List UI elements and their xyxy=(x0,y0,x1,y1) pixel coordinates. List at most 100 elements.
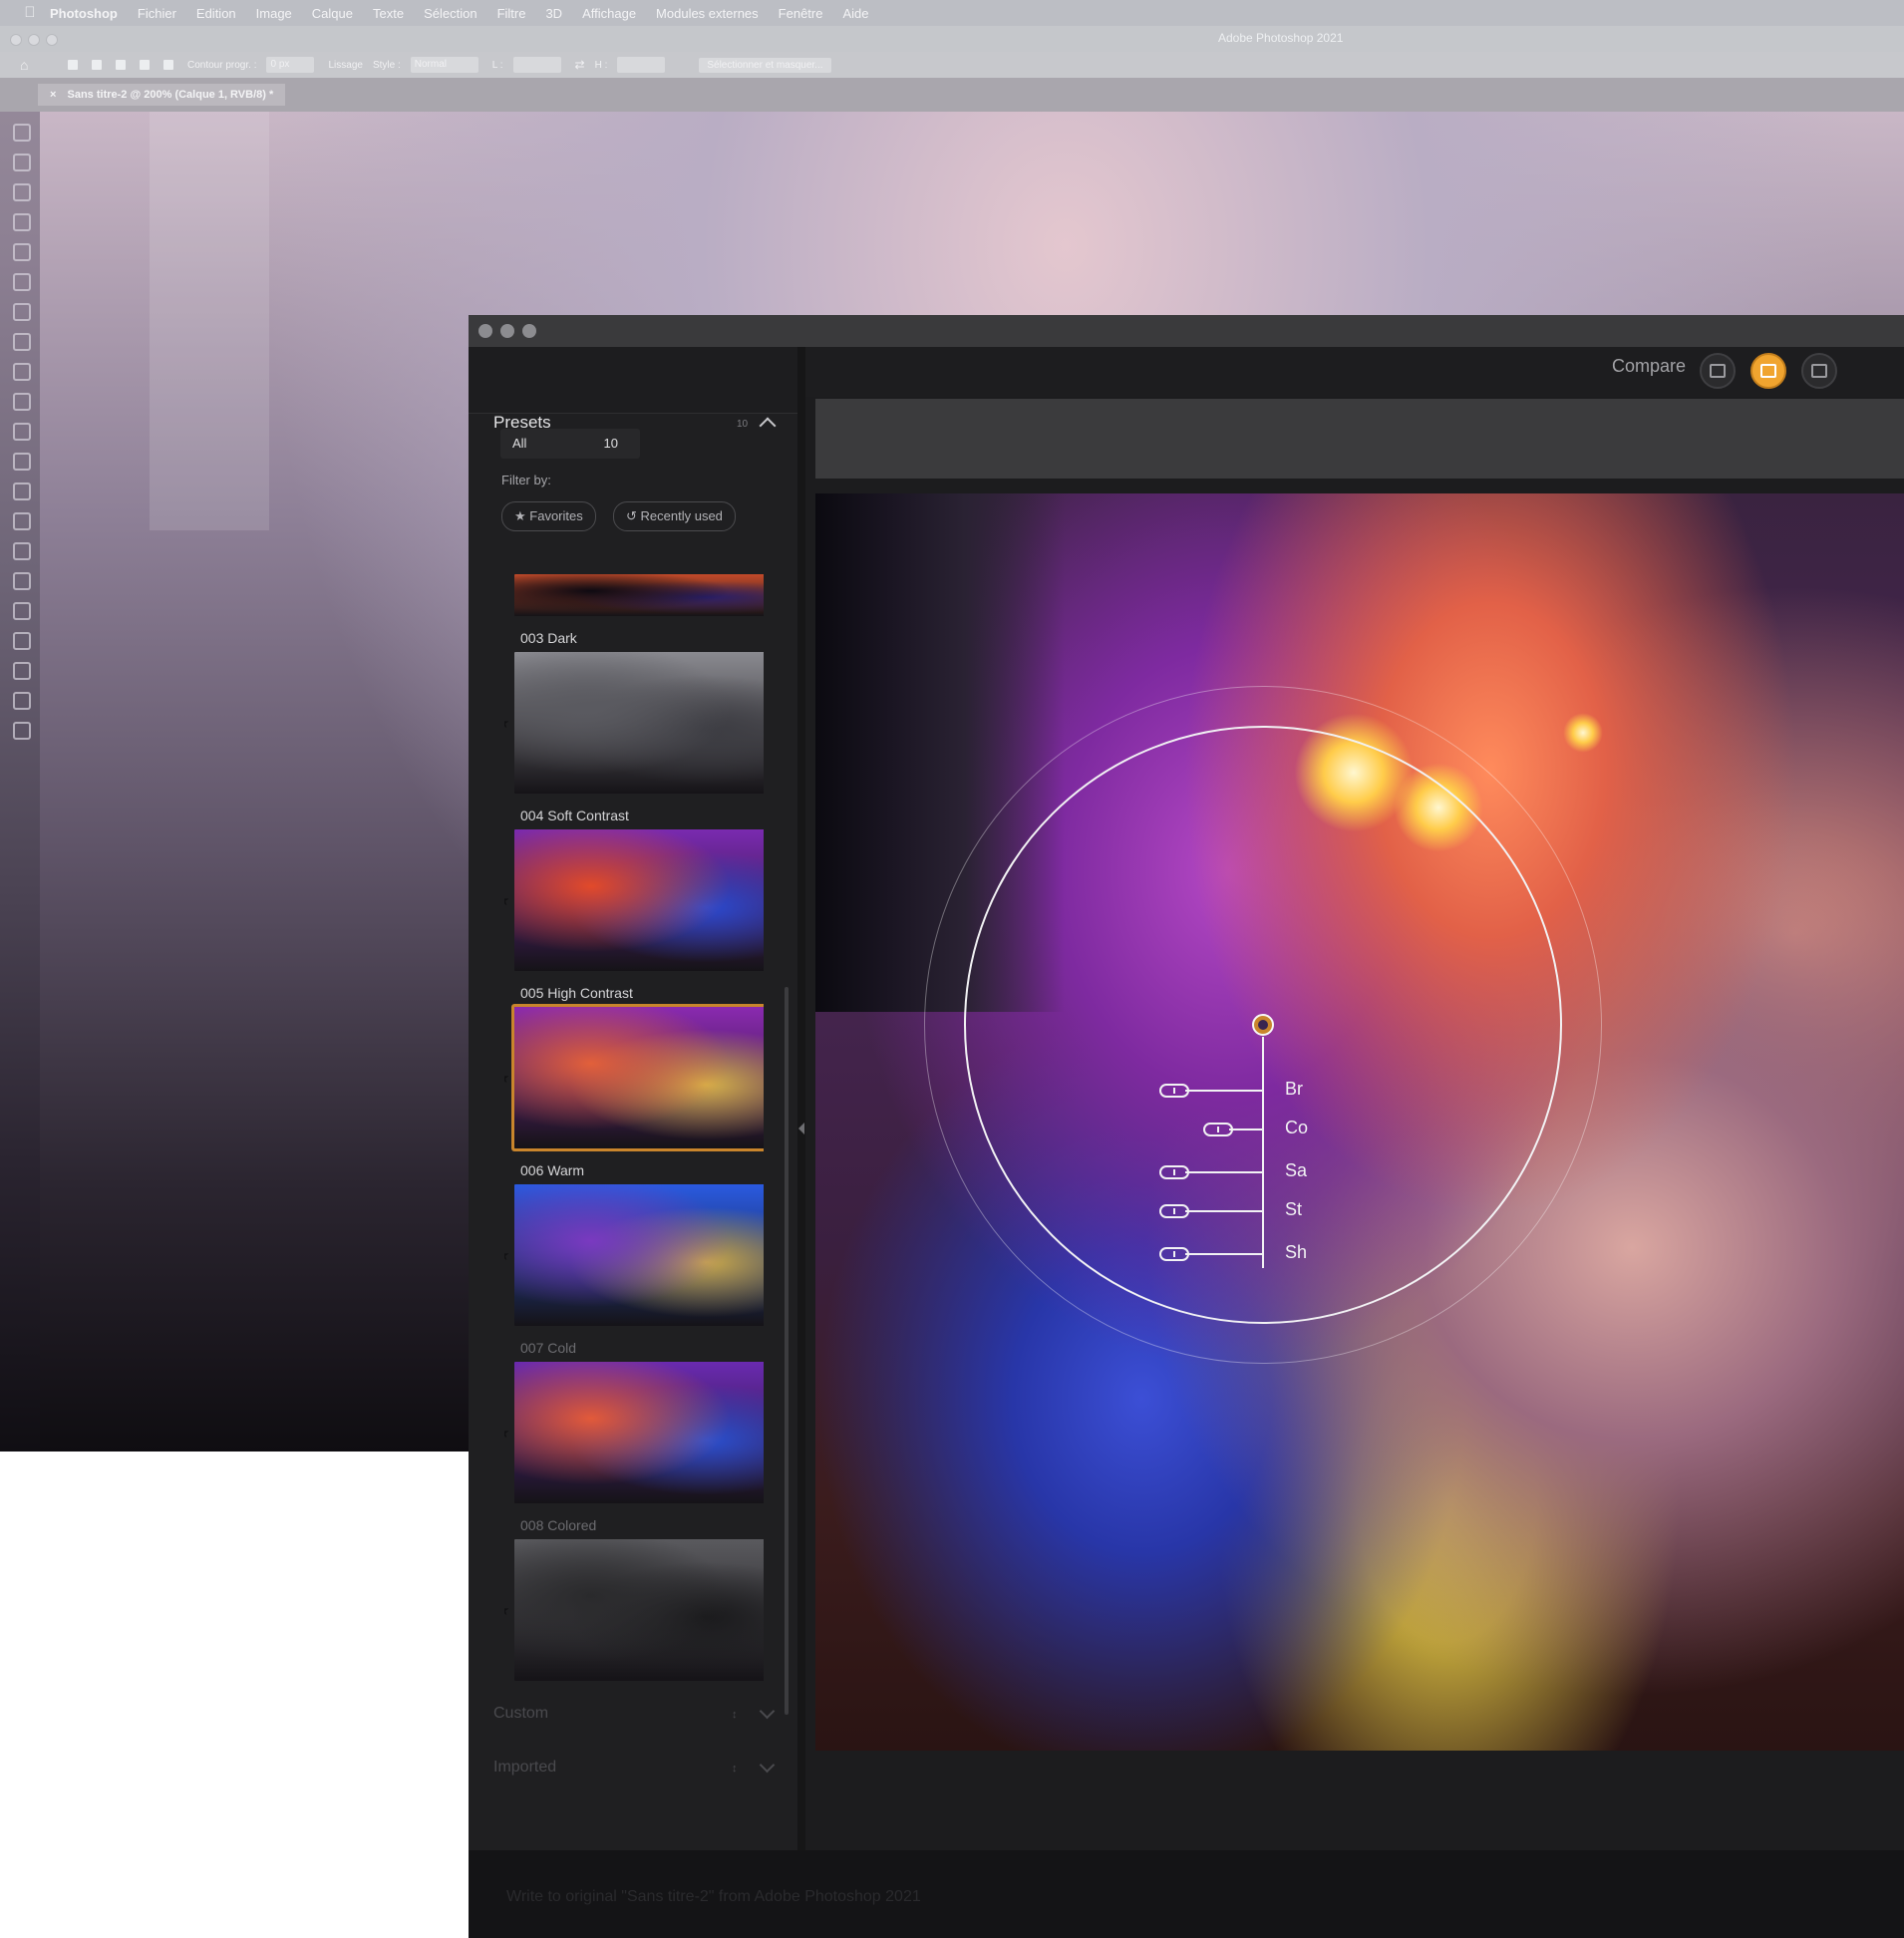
preset-thumbnail[interactable] xyxy=(514,829,764,971)
favorite-star-icon[interactable]: ★ xyxy=(504,1246,509,1264)
menu-3d[interactable]: 3D xyxy=(545,6,562,21)
menu-aide[interactable]: Aide xyxy=(842,6,868,21)
wheel-slider-handle[interactable] xyxy=(1159,1165,1189,1179)
wheel-slider-handle[interactable] xyxy=(1159,1084,1189,1098)
document-tab[interactable]: × Sans titre-2 @ 200% (Calque 1, RVB/8) … xyxy=(38,84,286,106)
compare-side-by-side-button[interactable] xyxy=(1750,353,1786,389)
imported-section-title[interactable]: Imported xyxy=(493,1759,556,1776)
sidebar-collapse-handle[interactable] xyxy=(797,347,805,1882)
width-input[interactable] xyxy=(512,57,561,73)
menu-modules-externes[interactable]: Modules externes xyxy=(656,6,759,21)
compare-split-button[interactable] xyxy=(1700,353,1736,389)
style-label: Style : xyxy=(372,59,401,71)
wheel-slider-handle[interactable] xyxy=(1159,1204,1189,1218)
wheel-slider-label: St xyxy=(1285,1199,1303,1219)
close-tab-icon[interactable]: × xyxy=(50,89,56,101)
color-wheel[interactable]: Br Co Sa St Sh xyxy=(924,686,1602,1364)
menu-calque[interactable]: Calque xyxy=(312,6,353,21)
pen-tool-icon[interactable] xyxy=(13,542,31,560)
menu-fenetre[interactable]: Fenêtre xyxy=(779,6,823,21)
plugin-minimize-button[interactable] xyxy=(500,324,514,338)
dodge-tool-icon[interactable] xyxy=(13,512,31,530)
swap-icon[interactable]: ⇄ xyxy=(575,58,585,72)
wheel-slider-handle[interactable] xyxy=(1203,1123,1233,1136)
new-selection-icon[interactable] xyxy=(92,60,102,70)
favorite-star-icon[interactable]: ★ xyxy=(504,891,509,909)
favorite-star-icon[interactable]: ★ xyxy=(504,1069,509,1087)
wheel-slider-track xyxy=(1185,1210,1263,1212)
menu-filtre[interactable]: Filtre xyxy=(497,6,526,21)
feather-input[interactable]: 0 px xyxy=(266,57,315,73)
preset-thumbnail[interactable] xyxy=(514,1539,764,1681)
home-icon[interactable]: ⌂ xyxy=(20,57,40,73)
history-brush-tool-icon[interactable] xyxy=(13,393,31,411)
all-filter-label: All xyxy=(512,436,527,451)
preset-thumbnail[interactable] xyxy=(514,574,764,616)
eyedropper-tool-icon[interactable] xyxy=(13,273,31,291)
menu-edition[interactable]: Edition xyxy=(196,6,236,21)
sort-icon[interactable]: ↕ xyxy=(732,1763,738,1775)
move-tool-icon[interactable] xyxy=(13,124,31,142)
type-tool-icon[interactable] xyxy=(13,572,31,590)
subtract-selection-icon[interactable] xyxy=(140,60,150,70)
favorites-filter-chip[interactable]: ★ Favorites xyxy=(501,501,596,531)
minimize-window-button[interactable] xyxy=(28,34,40,46)
top-bottom-icon xyxy=(1811,364,1827,378)
filter-by-label: Filter by: xyxy=(501,473,551,487)
path-selection-tool-icon[interactable] xyxy=(13,602,31,620)
menu-texte[interactable]: Texte xyxy=(373,6,404,21)
menu-affichage[interactable]: Affichage xyxy=(582,6,636,21)
style-select[interactable]: Normal xyxy=(410,57,478,73)
compare-toolbar xyxy=(805,347,1904,397)
brush-tool-icon[interactable] xyxy=(13,333,31,351)
shape-tool-icon[interactable] xyxy=(13,632,31,650)
split-view-icon xyxy=(1710,364,1726,378)
antialias-label[interactable]: Lissage xyxy=(328,60,362,71)
apple-icon[interactable]:  xyxy=(20,3,40,23)
menu-selection[interactable]: Sélection xyxy=(424,6,476,21)
select-and-mask-button[interactable]: Sélectionner et masquer... xyxy=(699,57,831,73)
preset-thumbnail[interactable] xyxy=(514,1007,764,1148)
eraser-tool-icon[interactable] xyxy=(13,423,31,441)
wheel-center-handle[interactable] xyxy=(1252,1014,1274,1036)
wheel-slider-label: Br xyxy=(1285,1079,1303,1099)
preset-thumbnail[interactable] xyxy=(514,1362,764,1503)
favorite-star-icon[interactable]: ★ xyxy=(504,714,509,732)
stamp-tool-icon[interactable] xyxy=(13,363,31,381)
recently-used-filter-chip[interactable]: ↺ Recently used xyxy=(613,501,736,531)
add-selection-icon[interactable] xyxy=(116,60,126,70)
gradient-tool-icon[interactable] xyxy=(13,453,31,471)
close-window-button[interactable] xyxy=(10,34,22,46)
marquee-tool-icon[interactable] xyxy=(68,60,78,70)
intersect-selection-icon[interactable] xyxy=(163,60,173,70)
healing-tool-icon[interactable] xyxy=(13,303,31,321)
blur-tool-icon[interactable] xyxy=(13,483,31,500)
favorite-star-icon[interactable]: ★ xyxy=(504,1601,509,1619)
custom-section-title[interactable]: Custom xyxy=(493,1705,548,1723)
marquee-tool-icon[interactable] xyxy=(13,154,31,171)
menu-fichier[interactable]: Fichier xyxy=(138,6,176,21)
menu-photoshop[interactable]: Photoshop xyxy=(50,6,118,21)
presets-scrollbar[interactable] xyxy=(785,987,789,1715)
hand-tool-icon[interactable] xyxy=(13,662,31,680)
height-input[interactable] xyxy=(617,57,666,73)
plugin-zoom-button[interactable] xyxy=(522,324,536,338)
preset-name: 006 Warm xyxy=(520,1162,585,1178)
lasso-tool-icon[interactable] xyxy=(13,183,31,201)
zoom-tool-icon[interactable] xyxy=(13,692,31,710)
all-presets-filter[interactable]: All 10 xyxy=(500,429,640,459)
crop-tool-icon[interactable] xyxy=(13,243,31,261)
preset-thumbnail[interactable] xyxy=(514,1184,764,1326)
preset-name: 007 Cold xyxy=(520,1340,577,1356)
width-label: L : xyxy=(491,59,503,71)
sort-icon[interactable]: ↕ xyxy=(732,1709,738,1721)
color-swatches-icon[interactable] xyxy=(13,722,31,740)
wheel-slider-handle[interactable] xyxy=(1159,1247,1189,1261)
preset-thumbnail[interactable] xyxy=(514,652,764,794)
favorite-star-icon[interactable]: ★ xyxy=(504,1424,509,1442)
menu-image[interactable]: Image xyxy=(256,6,292,21)
compare-top-bottom-button[interactable] xyxy=(1801,353,1837,389)
magic-wand-tool-icon[interactable] xyxy=(13,213,31,231)
plugin-close-button[interactable] xyxy=(478,324,492,338)
zoom-window-button[interactable] xyxy=(46,34,58,46)
